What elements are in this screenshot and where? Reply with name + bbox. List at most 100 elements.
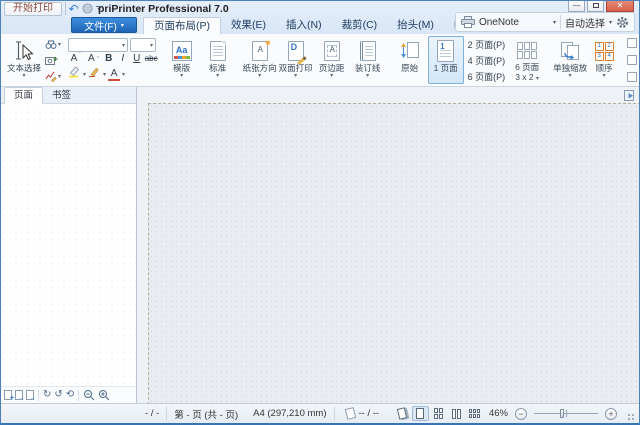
window-resize-grip[interactable]	[626, 412, 635, 421]
zoom-slider[interactable]	[534, 409, 598, 418]
maximize-button[interactable]	[587, 1, 604, 12]
undo-button[interactable]: ↶	[67, 1, 80, 16]
content-area: 页面 书签 + → → ↻ ↺ ⟲	[1, 87, 639, 403]
chevron-down-icon: ▾	[536, 76, 540, 82]
selection-tools-column: ▾ ▾	[44, 36, 62, 84]
text-select-cursor-icon	[16, 41, 34, 61]
chevron-down-icon: ▾	[58, 41, 62, 48]
printer-settings-gear-icon[interactable]	[616, 16, 629, 29]
checkbox-icon	[627, 72, 638, 82]
view-mode-bar: 46% − +	[394, 406, 635, 421]
add-page-button[interactable]: +	[4, 390, 14, 402]
sidebar-toolbar: + → → ↻ ↺ ⟲	[1, 386, 136, 403]
font-size-combo[interactable]: ▾	[130, 38, 157, 52]
paper-orientation-button[interactable]: A ✷ 纸张方向 ▾	[242, 36, 278, 84]
view-mode-tilted-button[interactable]	[394, 406, 411, 421]
zoom-out-icon[interactable]	[83, 389, 95, 401]
ink-pen-button[interactable]	[88, 65, 101, 83]
duplex-print-button[interactable]: D 双面打印 ▾	[278, 36, 314, 84]
template-button[interactable]: Aa 模版 ▾	[164, 36, 200, 84]
margins-button[interactable]: A 页边距 ▾	[314, 36, 350, 84]
sidebar-tab-bookmarks[interactable]: 书签	[43, 88, 80, 103]
file-menu-button[interactable]: 文件(F) ▾	[71, 17, 137, 33]
original-layout-icon	[400, 42, 419, 58]
zoom-in-icon[interactable]	[98, 389, 110, 401]
quick-access-sphere-button[interactable]	[80, 1, 94, 16]
ribbon-group-font: ▾ ▾ Aˆ Aˇ B I U abc ▾ ▾ A ▾	[66, 36, 160, 84]
shrink-font-button[interactable]: A	[85, 52, 97, 65]
chevron-down-icon: ▾	[122, 71, 126, 78]
insert-page-after-button[interactable]: →	[26, 390, 36, 402]
gutter-button[interactable]: 装订线 ▾	[350, 36, 386, 84]
chevron-down-icon: ▾	[122, 43, 126, 49]
snapshot-button[interactable]	[44, 53, 62, 67]
duplex-print-icon: D	[287, 41, 307, 65]
view-mode-thumbnails-button[interactable]	[466, 406, 483, 421]
zoom-in-button[interactable]: +	[605, 407, 617, 420]
insert-page-before-button[interactable]: →	[15, 390, 25, 402]
font-family-combo[interactable]: ▾	[68, 38, 129, 52]
rotate-counterclockwise-button[interactable]: ↺	[54, 390, 62, 400]
printer-icon	[460, 16, 475, 28]
orientation-icon	[344, 407, 356, 420]
tab-effects[interactable]: 效果(E)	[221, 17, 276, 34]
zoom-slider-handle[interactable]	[559, 409, 564, 418]
maximize-icon	[592, 3, 599, 8]
order-icon: 12 34	[594, 41, 614, 61]
highlight-button[interactable]	[68, 65, 81, 83]
underline-button[interactable]: U	[131, 52, 143, 65]
standard-button[interactable]: 标准 ▾	[200, 36, 236, 84]
view-mode-continuous-button[interactable]	[430, 406, 447, 421]
chevron-down-icon: ▾	[568, 73, 572, 79]
sidebar-tab-pages[interactable]: 页面	[4, 87, 44, 104]
one-page-button[interactable]: 1 1 页面	[427, 36, 464, 84]
printer-selection-bar: OneNote ▾ 自动选择 ▾	[454, 12, 635, 32]
bold-button[interactable]: B	[103, 52, 115, 65]
six-pages-button[interactable]: 6 页面(P)	[464, 69, 510, 84]
zoom-out-button[interactable]: −	[515, 407, 527, 420]
order-button[interactable]: 12 34 顺序 ▾	[589, 36, 619, 84]
chevron-down-icon: ▾	[120, 22, 124, 29]
view-mode-facing-button[interactable]	[448, 406, 465, 421]
font-color-button[interactable]: A	[108, 68, 121, 81]
checkbox-copies[interactable]: 份数	[627, 71, 639, 84]
italic-button[interactable]: I	[117, 52, 129, 65]
pages-per-sheet-stack: 2 页面(P) 4 页面(P) 6 页面(P)	[464, 36, 510, 84]
strikethrough-button[interactable]: abc	[145, 52, 158, 65]
tab-insert[interactable]: 插入(N)	[276, 17, 332, 34]
text-select-button[interactable]: 文本选择 ▾	[4, 36, 44, 84]
view-mode-single-page-button[interactable]	[411, 406, 429, 421]
measurement-button[interactable]: ▾	[44, 69, 62, 83]
page-thumbnails-panel	[1, 104, 136, 386]
checkbox-repeat-single-page[interactable]: 单页重复显示	[627, 37, 639, 50]
selection-count: - / -	[145, 408, 160, 419]
rotate-180-button[interactable]: ⟲	[66, 390, 74, 400]
checkbox-create-new-sheet[interactable]: 总创建至新纸张	[627, 54, 639, 67]
original-layout-button[interactable]: 原始	[392, 36, 428, 84]
camera-plus-icon	[45, 56, 58, 65]
rotate-clockwise-button[interactable]: ↻	[43, 390, 51, 400]
close-button[interactable]: ✕	[606, 1, 634, 12]
paper-source-select-value[interactable]: 自动选择	[565, 15, 605, 30]
two-pages-button[interactable]: 2 页面(P)	[464, 37, 510, 52]
canvas-corner-button[interactable]	[622, 89, 636, 107]
printer-select-value[interactable]: OneNote	[479, 17, 519, 28]
four-pages-button[interactable]: 4 页面(P)	[464, 53, 510, 68]
start-print-button[interactable]: 开始打印	[4, 2, 62, 16]
grow-font-button[interactable]: A	[68, 52, 80, 65]
ribbon-group-scaling-order: 单独缩放 ▾ 12 34 顺序 ▾	[549, 36, 621, 84]
status-bar: - / - 第 - 页 (共 - 页) A4 (297,210 mm) -- /…	[1, 403, 639, 423]
binoculars-icon	[45, 40, 57, 49]
six-pages-grid-button[interactable]: 6 页面 3 x 2 ▾	[509, 36, 545, 84]
scale-separately-button[interactable]: 单独缩放 ▾	[551, 36, 589, 84]
minimize-button[interactable]: —	[568, 1, 585, 12]
find-button[interactable]: ▾	[44, 37, 62, 51]
tab-crop[interactable]: 裁剪(C)	[332, 17, 388, 34]
tab-page-layout[interactable]: 页面布局(P)	[143, 17, 221, 34]
tab-letterhead[interactable]: 抬头(M)	[387, 17, 444, 34]
single-page-icon	[416, 408, 425, 419]
paper-source-arrow-icon[interactable]: ▾	[609, 19, 612, 26]
preview-page-surface[interactable]	[148, 103, 639, 403]
printer-select-arrow-icon[interactable]: ▾	[553, 19, 556, 26]
ribbon-group-pages-per-sheet: 原始 1 1 页面 2 页面(P) 4 页面(P) 6 页面(P) 6 页面 3…	[390, 36, 548, 84]
